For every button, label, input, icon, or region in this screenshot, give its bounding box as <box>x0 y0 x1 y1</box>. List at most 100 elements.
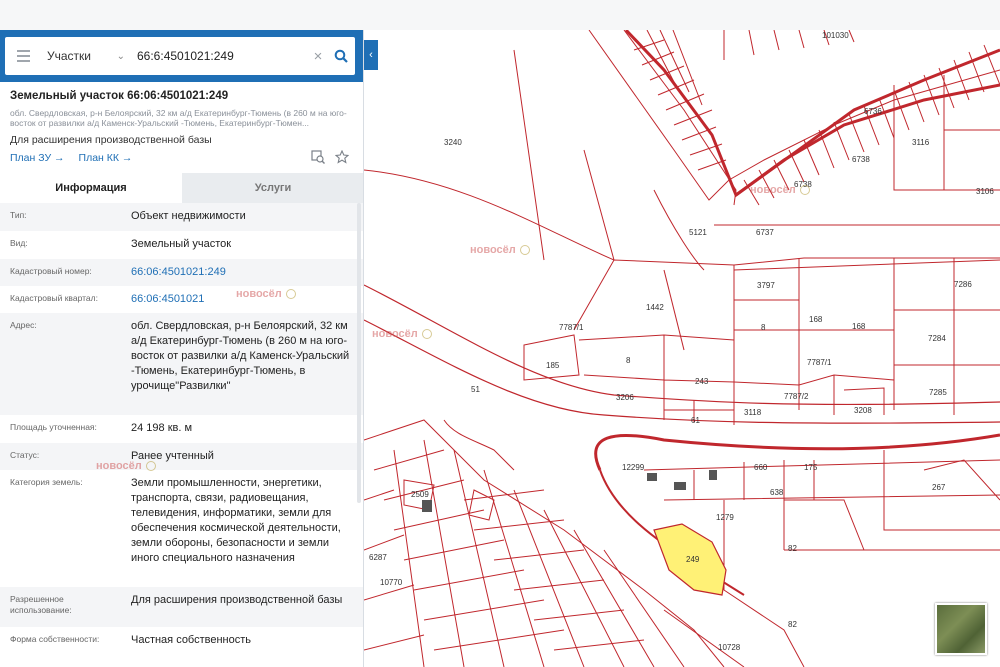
map-label: 10728 <box>718 643 741 652</box>
watermark-crown-icon <box>421 329 432 339</box>
map-label: 7286 <box>954 280 972 289</box>
watermark-crown-icon <box>285 289 296 299</box>
map-label: 185 <box>546 361 560 370</box>
watermark-text: новосёл <box>372 328 418 340</box>
map-label: 267 <box>932 483 946 492</box>
cadastral-map[interactable]: 101030 3240 6736 6738 3116 6738 3106 673… <box>364 30 1000 667</box>
map-label: 7285 <box>929 388 947 397</box>
cadastral-number-link[interactable]: 66:06:4501021:249 <box>122 259 363 286</box>
info-value: обл. Свердловская, р-н Белоярский, 32 км… <box>131 320 350 392</box>
watermark-text: новосёл <box>470 244 516 256</box>
info-value: Земли промышленности, энергетики, трансп… <box>131 477 341 564</box>
tab-services[interactable]: Услуги <box>182 173 363 203</box>
watermark-logo: новосёл <box>236 288 296 300</box>
map-label: 168 <box>852 322 866 331</box>
search-type-select[interactable]: Участки ⌄ <box>41 49 131 63</box>
parcel-purpose: Для расширения производственной базы <box>10 134 212 146</box>
map-label: 8 <box>626 356 631 365</box>
info-label: Разрешенное использование: <box>10 594 72 615</box>
search-input[interactable] <box>131 41 309 71</box>
watermark-text: новосёл <box>96 460 142 472</box>
map-label: 249 <box>686 555 700 564</box>
map-label: 3208 <box>854 406 872 415</box>
info-label: Форма собственности: <box>10 634 100 644</box>
info-row-area: Площадь уточненная: 24 198 кв. м <box>0 415 363 443</box>
map-label: 7787/1 <box>559 323 584 332</box>
watermark-logo: новосёл <box>96 460 156 472</box>
map-label: 2509 <box>411 490 429 499</box>
watermark-logo: новосёл <box>750 184 810 196</box>
info-value: Частная собственность <box>131 634 252 646</box>
info-label: Адрес: <box>10 320 37 330</box>
map-label: 10770 <box>380 578 403 587</box>
watermark-logo: новосёл <box>372 328 432 340</box>
map-label: 1442 <box>646 303 664 312</box>
watermark-crown-icon <box>799 185 810 195</box>
satellite-layer-toggle[interactable] <box>935 603 987 655</box>
scrollbar[interactable] <box>357 203 361 503</box>
plan-links: План ЗУ → План КК → <box>10 152 132 164</box>
map-label: 3116 <box>912 138 930 147</box>
map-label: 243 <box>695 377 709 386</box>
map-label: 660 <box>754 463 768 472</box>
action-icons <box>311 150 349 164</box>
info-label: Кадастровый номер: <box>10 266 92 276</box>
map-label: 638 <box>770 488 784 497</box>
map-label: 82 <box>788 620 797 629</box>
info-panel: Участки ⌄ × Земельный участок 66:06:4501… <box>0 30 364 667</box>
map-label: 6287 <box>369 553 387 562</box>
info-row-kind: Вид: Земельный участок <box>0 231 363 259</box>
info-value: Земельный участок <box>131 238 232 250</box>
search-type-label: Участки <box>47 49 91 63</box>
watermark-text: новосёл <box>750 184 796 196</box>
info-value: Объект недвижимости <box>131 210 246 222</box>
info-value: Ранее учтенный <box>131 450 214 462</box>
map-label: 6736 <box>864 107 882 116</box>
search-bar: Участки ⌄ × <box>0 30 363 82</box>
info-value: Для расширения производственной базы <box>131 594 343 606</box>
info-row-type: Тип: Объект недвижимости <box>0 203 363 231</box>
map-label: 82 <box>788 544 797 553</box>
map-label: 5121 <box>689 228 707 237</box>
search-icon[interactable] <box>327 37 355 75</box>
map-label: 3206 <box>616 393 634 402</box>
watermark-logo: новосёл <box>470 244 530 256</box>
map-label: 61 <box>691 416 700 425</box>
map-label: 7787/2 <box>784 392 809 401</box>
map-label: 6738 <box>852 155 870 164</box>
map-label: 1279 <box>716 513 734 522</box>
info-row-land-category: Категория земель: Земли промышленности, … <box>0 470 363 587</box>
tab-information[interactable]: Информация <box>0 173 182 203</box>
map-label: 101030 <box>822 31 849 40</box>
star-icon[interactable] <box>335 150 349 164</box>
watermark-text: новосёл <box>236 288 282 300</box>
info-row-ownership: Форма собственности: Частная собственнос… <box>0 627 363 655</box>
info-label: Вид: <box>10 238 28 248</box>
parcel-address-short: обл. Свердловская, р-н Белоярский, 32 км… <box>10 108 347 128</box>
map-label: 6737 <box>756 228 774 237</box>
map-label: 51 <box>471 385 480 394</box>
tab-bar: Информация Услуги <box>0 173 363 203</box>
plan-zu-link[interactable]: План ЗУ → <box>10 152 65 164</box>
plan-kk-link[interactable]: План КК → <box>79 152 133 164</box>
zoom-to-icon[interactable] <box>311 150 325 164</box>
info-label: Категория земель: <box>10 477 83 487</box>
watermark-crown-icon <box>145 461 156 471</box>
info-row-cadastral-number: Кадастровый номер: 66:06:4501021:249 <box>0 259 363 286</box>
info-label: Тип: <box>10 210 27 220</box>
collapse-panel-button[interactable]: ‹ <box>364 40 378 70</box>
map-canvas[interactable]: 101030 3240 6736 6738 3116 6738 3106 673… <box>364 30 1000 667</box>
top-strip <box>0 0 1000 30</box>
watermark-crown-icon <box>519 245 530 255</box>
info-row-cadastral-quarter: Кадастровый квартал: 66:06:4501021 <box>0 286 363 313</box>
search-box: Участки ⌄ × <box>5 37 355 75</box>
menu-icon[interactable] <box>5 37 41 75</box>
map-label: 3106 <box>976 187 994 196</box>
map-label: 8 <box>761 323 766 332</box>
clear-icon[interactable]: × <box>309 48 327 65</box>
map-label: 175 <box>804 463 818 472</box>
map-label: 3797 <box>757 281 775 290</box>
map-label: 168 <box>809 315 823 324</box>
info-table: Тип: Объект недвижимости Вид: Земельный … <box>0 203 363 655</box>
info-label: Площадь уточненная: <box>10 422 97 432</box>
